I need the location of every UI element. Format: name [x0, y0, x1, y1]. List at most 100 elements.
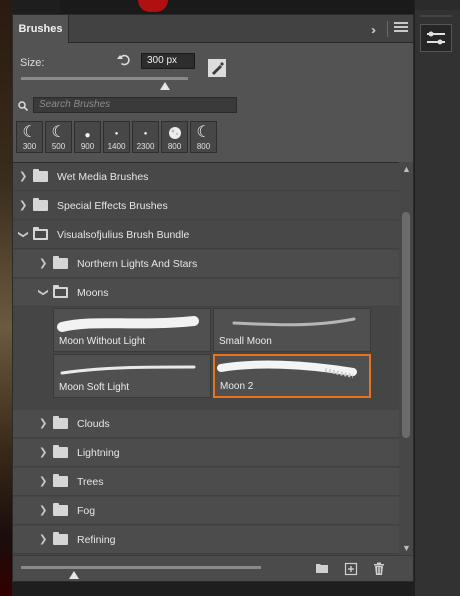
trash-icon — [374, 562, 384, 575]
folder-row[interactable]: ❯ Fog — [13, 497, 399, 525]
folder-row[interactable]: ❯ Refining — [13, 526, 399, 554]
preview-size-slider-thumb[interactable] — [68, 571, 79, 579]
tab-brushes[interactable]: Brushes — [13, 15, 69, 43]
preset-brush[interactable]: ☾ 800 — [190, 121, 217, 153]
chevron-right-icon: ❯ — [39, 476, 48, 487]
preview-size-slider-track[interactable] — [21, 566, 261, 569]
document-canvas-top — [60, 0, 420, 14]
vertical-scrollbar[interactable]: ▲ ▼ — [399, 162, 413, 555]
double-chevron-right-icon: ›› — [371, 23, 376, 37]
brushes-panel: Brushes ›› Size: 300 px Search Brushes ☾… — [12, 14, 414, 582]
folder-row[interactable]: ❯ Wet Media Brushes — [13, 163, 399, 191]
new-group-button[interactable] — [315, 562, 329, 574]
scroll-down-icon[interactable]: ▼ — [402, 543, 411, 553]
preset-size: 1400 — [107, 142, 126, 151]
panel-tab-bar: Brushes ›› — [13, 15, 413, 43]
brush-pencil-icon — [208, 59, 226, 77]
folder-label: Special Effects Brushes — [57, 200, 168, 212]
folder-row[interactable]: ❯ Lightning — [13, 439, 399, 467]
brush-label: Moon Without Light — [59, 336, 146, 347]
new-brush-icon — [344, 562, 358, 576]
folder-icon — [53, 503, 68, 516]
open-folder-icon — [33, 227, 48, 240]
chevron-right-icon: ❯ — [19, 200, 28, 211]
preset-size: 2300 — [136, 142, 155, 151]
brush-thumbnail[interactable]: Moon Soft Light — [53, 354, 211, 398]
preset-size: 800 — [167, 142, 182, 151]
folder-label: Lightning — [77, 447, 120, 459]
chevron-down-icon: ❯ — [17, 230, 29, 239]
dock-header — [415, 0, 460, 10]
panel-menu-button[interactable] — [394, 22, 408, 36]
brush-settings-button[interactable] — [208, 59, 226, 77]
folder-row[interactable]: ❯ Special Effects Brushes — [13, 192, 399, 220]
open-folder-icon — [53, 285, 68, 298]
folder-row[interactable]: ❯ Moons — [13, 279, 399, 307]
folder-label: Clouds — [77, 418, 110, 430]
folder-row[interactable]: ❯ Clouds — [13, 410, 399, 438]
folder-row[interactable]: ❯ Visualsofjulius Brush Bundle — [13, 221, 399, 249]
small-dot-icon: ● — [143, 131, 148, 137]
tab-bar-divider — [387, 21, 388, 37]
size-slider-track[interactable] — [21, 77, 188, 80]
folder-label: Fog — [77, 505, 96, 517]
folder-label: Visualsofjulius Brush Bundle — [57, 229, 190, 241]
size-label: Size: — [20, 57, 45, 69]
folder-icon — [53, 445, 68, 458]
search-input[interactable]: Search Brushes — [33, 97, 237, 113]
moons-brush-grid: Moon Without Light Small Moon Moon Soft … — [53, 308, 399, 404]
folder-label: Trees — [77, 476, 104, 488]
chevron-down-icon: ❯ — [37, 288, 49, 297]
delete-brush-button[interactable] — [372, 562, 386, 575]
brush-settings-panel-button[interactable] — [420, 24, 452, 52]
document-canvas-edge — [0, 0, 12, 596]
reset-size-button[interactable] — [117, 53, 131, 67]
preset-size: 800 — [196, 142, 211, 151]
recent-brush-presets: ☾ 300 ☾ 500 ● 900 ● 1400 ● 2300 800 ☾ 80… — [16, 121, 219, 153]
search-icon — [18, 101, 29, 114]
preset-brush[interactable]: ● 1400 — [103, 121, 130, 153]
folder-label: Northern Lights And Stars — [77, 258, 198, 270]
new-brush-button[interactable] — [344, 562, 358, 576]
brush-stroke-preview — [217, 360, 357, 378]
scrollbar-thumb[interactable] — [402, 212, 410, 438]
preset-size: 900 — [80, 142, 95, 151]
chevron-right-icon: ❯ — [39, 258, 48, 269]
preset-brush[interactable]: 800 — [161, 121, 188, 153]
chevron-right-icon: ❯ — [39, 505, 48, 516]
preset-brush[interactable]: ☾ 300 — [16, 121, 43, 153]
folder-row[interactable]: ❯ Northern Lights And Stars — [13, 250, 399, 278]
preset-brush[interactable]: ☾ 500 — [45, 121, 72, 153]
preset-size: 500 — [51, 142, 66, 151]
brush-thumbnail-selected[interactable]: Moon 2 — [213, 354, 371, 398]
preset-brush[interactable]: ● 900 — [74, 121, 101, 153]
chevron-right-icon: ❯ — [19, 171, 28, 182]
reset-arrow-icon — [117, 54, 130, 66]
preset-size: 300 — [22, 142, 37, 151]
folder-label: Refining — [77, 534, 116, 546]
brush-thumbnail[interactable]: Small Moon — [213, 308, 371, 352]
preset-brush[interactable]: ● 2300 — [132, 121, 159, 153]
new-group-folder-icon — [316, 564, 328, 573]
brush-label: Small Moon — [219, 336, 272, 347]
brush-list: ❯ Wet Media Brushes ❯ Special Effects Br… — [13, 162, 399, 555]
scroll-up-icon[interactable]: ▲ — [402, 164, 411, 174]
crescent-icon: ☾ — [196, 124, 211, 141]
brush-stroke-preview — [57, 316, 199, 332]
size-slider-thumb[interactable] — [159, 82, 170, 90]
sliders-icon — [427, 31, 445, 45]
panel-bottom-bar — [13, 555, 413, 581]
brush-thumbnail[interactable]: Moon Without Light — [53, 308, 211, 352]
folder-icon — [53, 256, 68, 269]
collapse-panel-button[interactable]: ›› — [371, 23, 376, 37]
size-input[interactable]: 300 px — [141, 53, 195, 69]
right-dock — [414, 0, 460, 596]
brush-label: Moon 2 — [220, 381, 254, 392]
chevron-right-icon: ❯ — [39, 447, 48, 458]
folder-icon — [53, 474, 68, 487]
small-dot-icon: ● — [114, 131, 119, 137]
folder-icon — [53, 532, 68, 545]
folder-icon — [53, 416, 68, 429]
folder-row[interactable]: ❯ Trees — [13, 468, 399, 496]
chevron-right-icon: ❯ — [39, 534, 48, 545]
